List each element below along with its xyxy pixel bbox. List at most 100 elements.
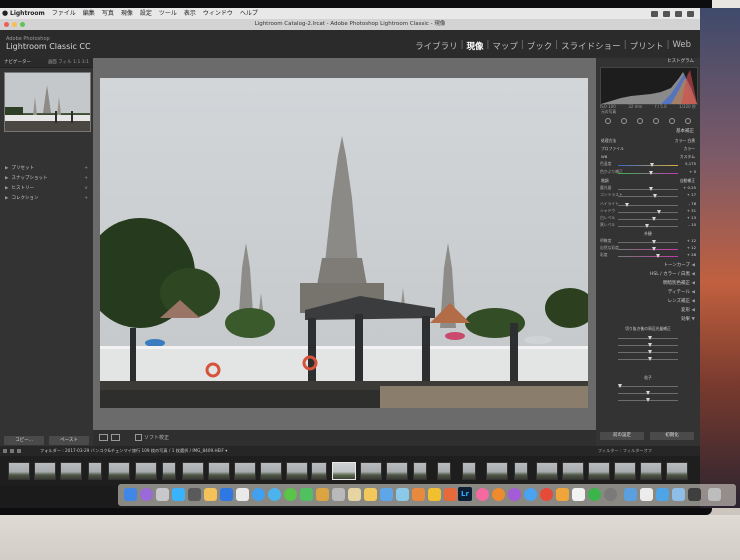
wb-value[interactable]: カスタム — [680, 153, 695, 161]
slider-knob[interactable] — [649, 171, 653, 175]
loupe-view-icon[interactable] — [99, 434, 108, 441]
slider-knob[interactable] — [652, 217, 656, 221]
notes-icon[interactable] — [204, 488, 217, 501]
slider-value[interactable]: + 17 — [687, 192, 696, 197]
slider-knob[interactable] — [652, 247, 656, 251]
panel-transform[interactable]: 変形 ◀ — [596, 307, 700, 315]
add-icon[interactable]: + — [84, 195, 88, 203]
mail-icon[interactable] — [220, 488, 233, 501]
menu-view[interactable]: 表示 — [184, 8, 196, 19]
filmstrip-thumbnail[interactable] — [108, 462, 130, 480]
app-icon[interactable] — [412, 488, 425, 501]
slider-track[interactable] — [618, 171, 678, 175]
menu-photo[interactable]: 写真 — [102, 8, 114, 19]
filmstrip-thumbnail[interactable] — [614, 462, 636, 480]
reset-button[interactable]: 初期化 — [650, 432, 694, 440]
filmstrip-thumbnail[interactable] — [562, 462, 584, 480]
filmstrip-thumbnail[interactable] — [514, 462, 528, 480]
filmstrip-thumbnail[interactable] — [536, 462, 558, 480]
vignette-slider-track[interactable] — [618, 350, 678, 354]
module-map[interactable]: マップ — [489, 40, 521, 52]
slider-value[interactable]: + 13 — [687, 215, 696, 220]
filmstrip-thumbnail[interactable] — [360, 462, 382, 480]
soft-proof-toggle[interactable]: ソフト校正 — [135, 430, 169, 446]
before-after-icon[interactable] — [111, 434, 120, 441]
app-store-icon[interactable] — [172, 488, 185, 501]
twitter-icon[interactable] — [268, 488, 281, 501]
module-slideshow[interactable]: スライドショー — [558, 40, 624, 52]
filmstrip-thumbnail[interactable] — [486, 462, 508, 480]
status-icon[interactable] — [663, 10, 670, 17]
app-icon[interactable] — [492, 488, 505, 501]
app-icon[interactable] — [316, 488, 329, 501]
filmstrip-thumbnail[interactable] — [386, 462, 408, 480]
filmstrip-thumbnail[interactable] — [640, 462, 662, 480]
previous-settings-button[interactable]: 前の設定 — [600, 432, 644, 440]
histogram-header[interactable]: ヒストグラム — [596, 58, 700, 66]
navigator-header[interactable]: ナビゲーター 画面 フィル 1:1 3:1 — [0, 58, 93, 68]
panel-lens-corrections[interactable]: レンズ補正 ◀ — [596, 298, 700, 306]
copy-button[interactable]: コピー... — [4, 436, 44, 445]
menu-app-name[interactable]: Lightroom — [10, 8, 45, 19]
close-icon[interactable] — [4, 22, 9, 27]
filmstrip-thumbnail[interactable] — [135, 462, 157, 480]
slider-track[interactable] — [618, 217, 678, 221]
slider-knob[interactable] — [653, 194, 657, 198]
close-x-icon[interactable]: × — [84, 185, 88, 193]
slider-knob[interactable] — [649, 187, 653, 191]
slider-value[interactable]: + 0.25 — [683, 185, 696, 190]
messages-icon[interactable] — [284, 488, 297, 501]
menu-tools[interactable]: ツール — [159, 8, 177, 19]
menu-edit[interactable]: 編集 — [83, 8, 95, 19]
panel-split-toning[interactable]: 明暗別色補正 ◀ — [596, 280, 700, 288]
panel-collections[interactable]: ▶ コレクション + — [0, 195, 93, 203]
slider-track[interactable] — [618, 247, 678, 251]
grain-slider-track[interactable] — [618, 391, 678, 395]
radial-filter-icon[interactable] — [669, 118, 675, 124]
filmstrip-thumbnail[interactable] — [208, 462, 230, 480]
slider-knob[interactable] — [648, 350, 652, 354]
slider-knob[interactable] — [646, 398, 650, 402]
app-icon[interactable] — [688, 488, 701, 501]
app-icon[interactable] — [428, 488, 441, 501]
menu-file[interactable]: ファイル — [52, 8, 76, 19]
slider-value[interactable]: - 10 — [689, 222, 696, 227]
histogram[interactable] — [600, 67, 698, 105]
slider-knob[interactable] — [650, 163, 654, 167]
module-web[interactable]: Web — [669, 40, 694, 52]
filmstrip-thumbnail[interactable] — [311, 462, 327, 480]
paste-button[interactable]: ペースト — [49, 436, 89, 445]
app-icon[interactable] — [572, 488, 585, 501]
slider-knob[interactable] — [618, 384, 622, 388]
app-icon[interactable] — [540, 488, 553, 501]
slider-track[interactable] — [618, 210, 678, 214]
facetime-icon[interactable] — [300, 488, 313, 501]
filmstrip-thumbnail[interactable] — [34, 462, 56, 480]
slider-knob[interactable] — [648, 357, 652, 361]
graduated-filter-icon[interactable] — [653, 118, 659, 124]
slider-knob[interactable] — [646, 391, 650, 395]
slider-knob[interactable] — [652, 240, 656, 244]
minimize-icon[interactable] — [12, 22, 17, 27]
status-icon[interactable] — [675, 10, 682, 17]
vignette-slider-track[interactable] — [618, 357, 678, 361]
app-icon[interactable] — [556, 488, 569, 501]
panel-hsl[interactable]: HSL / カラー / 白黒 ◀ — [596, 271, 700, 279]
forward-arrow-icon[interactable] — [17, 449, 21, 453]
slider-knob[interactable] — [648, 336, 652, 340]
filmstrip-thumbnail[interactable] — [413, 462, 427, 480]
filmstrip-thumbnail[interactable] — [437, 462, 451, 480]
filmstrip-thumbnail[interactable] — [462, 462, 476, 480]
grain-slider-track[interactable] — [618, 398, 678, 402]
launchpad-icon[interactable] — [156, 488, 169, 501]
filmstrip-thumbnail[interactable] — [588, 462, 610, 480]
red-eye-icon[interactable] — [637, 118, 643, 124]
menu-window[interactable]: ウィンドウ — [203, 8, 233, 19]
app-icon[interactable] — [604, 488, 617, 501]
module-book[interactable]: ブック — [524, 40, 556, 52]
system-preferences-icon[interactable] — [188, 488, 201, 501]
module-library[interactable]: ライブラリ — [412, 40, 461, 52]
basic-header[interactable]: 基本補正 — [596, 128, 700, 136]
document-icon[interactable] — [640, 488, 653, 501]
filmstrip-thumbnail[interactable] — [8, 462, 30, 480]
